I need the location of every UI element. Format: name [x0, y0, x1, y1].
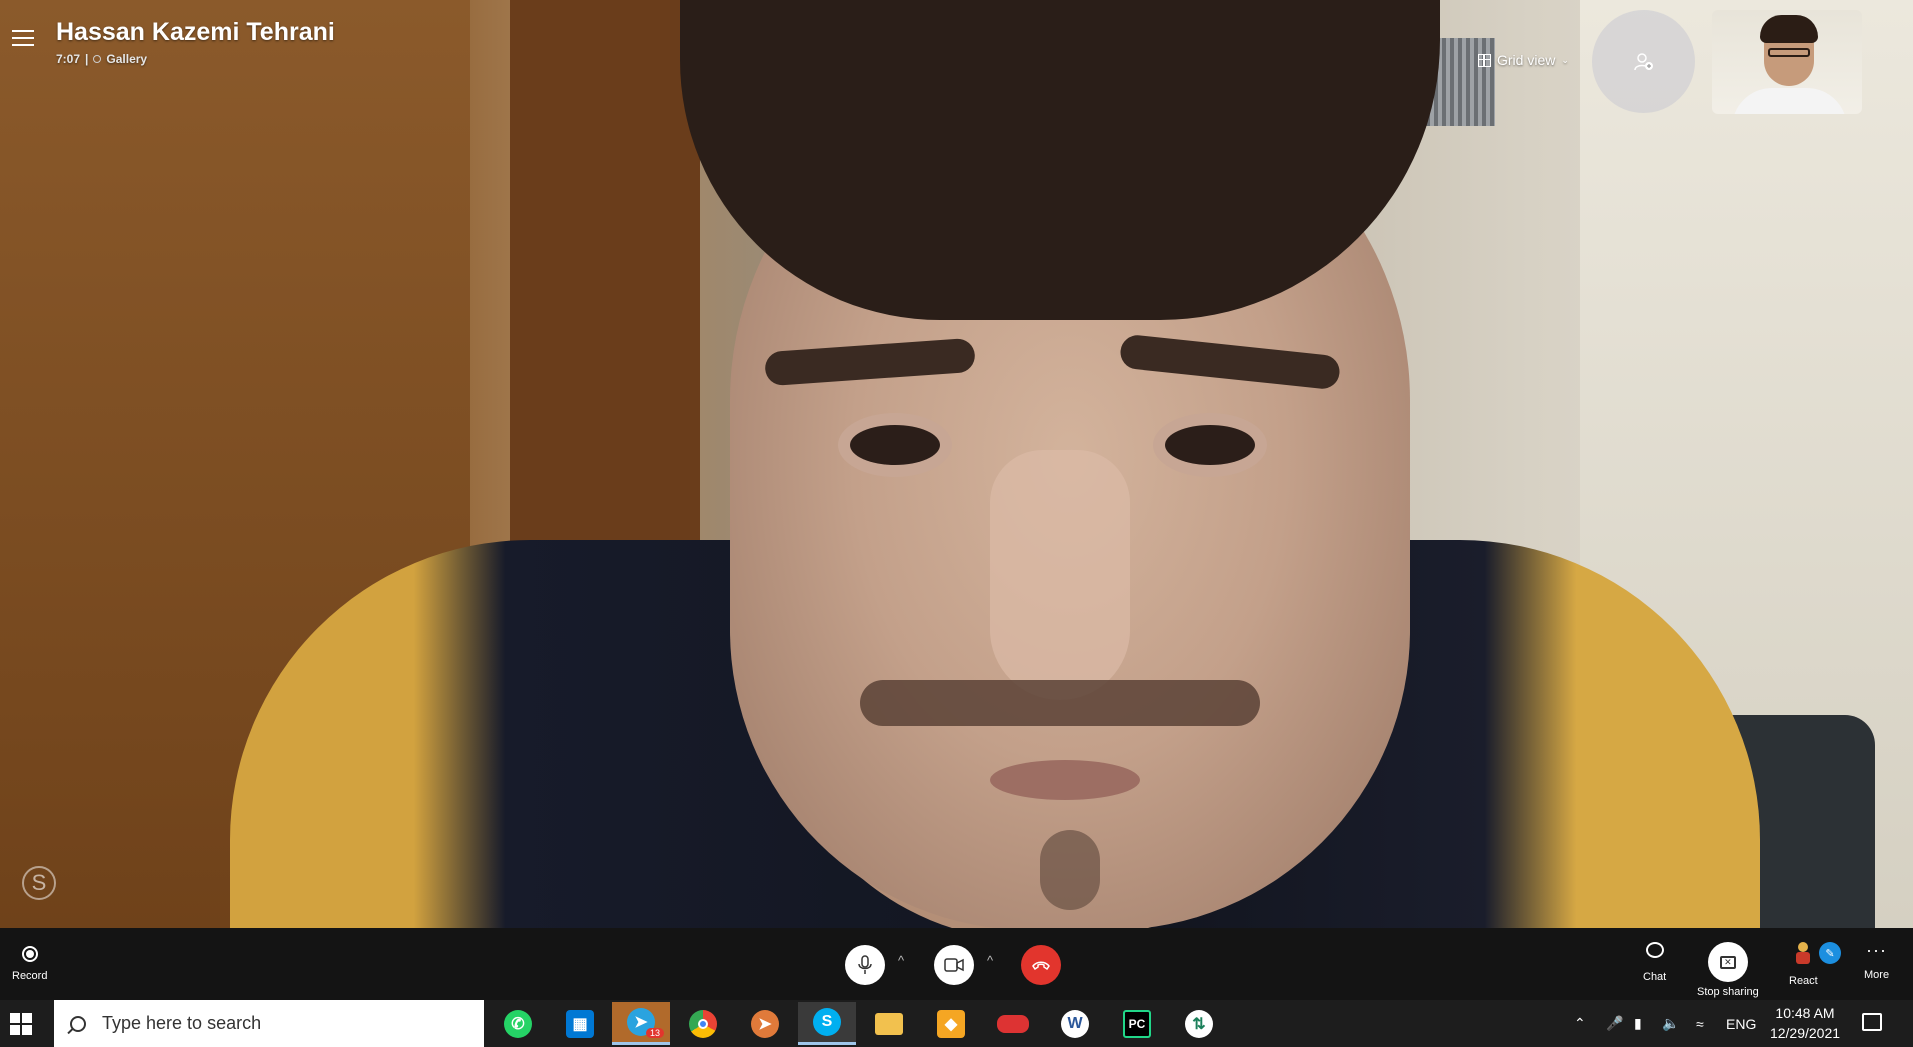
- more-label: More: [1864, 969, 1890, 981]
- chat-button[interactable]: Chat: [1643, 942, 1666, 983]
- mic-options-caret[interactable]: ^: [898, 953, 904, 968]
- chrome-icon[interactable]: [674, 1002, 732, 1045]
- hang-up-icon: [1032, 961, 1050, 971]
- chat-icon: [1645, 942, 1664, 958]
- skype-watermark-icon: S: [22, 866, 56, 900]
- background-door-frame: [510, 0, 700, 560]
- grid-view-button[interactable]: Grid view ⌄: [1478, 52, 1569, 68]
- call-control-bar: Record ^ ^ Chat ✕ Stop sharing React ✎ ·…: [0, 928, 1913, 1000]
- self-view-body: [1732, 88, 1847, 114]
- react-label: React: [1789, 975, 1818, 987]
- video-camera-icon: [944, 958, 964, 972]
- self-view-glasses: [1768, 48, 1810, 57]
- react-button[interactable]: React: [1789, 942, 1818, 987]
- react-emoji-icon: [1793, 942, 1813, 966]
- language-indicator[interactable]: ENG: [1726, 1000, 1756, 1047]
- record-icon: [21, 946, 38, 962]
- more-button[interactable]: ··· More: [1864, 940, 1890, 981]
- chevron-down-icon: ⌄: [1561, 54, 1569, 65]
- add-person-icon: [1633, 52, 1653, 70]
- microphone-button[interactable]: [845, 945, 885, 985]
- end-call-button[interactable]: [1021, 945, 1061, 985]
- microphone-icon: [858, 955, 872, 974]
- taskbar-search-box[interactable]: Type here to search: [54, 1000, 484, 1047]
- telegram-icon[interactable]: ➤ 13: [612, 1002, 670, 1045]
- telegram-x-icon[interactable]: ➤: [736, 1002, 794, 1045]
- telegram-unread-badge: 13: [646, 1028, 665, 1038]
- stop-sharing-button[interactable]: ✕ Stop sharing: [1697, 942, 1759, 998]
- file-explorer-icon[interactable]: [860, 1002, 918, 1045]
- search-icon: [70, 1015, 86, 1032]
- wifi-icon[interactable]: ≈: [1696, 1000, 1704, 1047]
- search-placeholder: Type here to search: [102, 1013, 262, 1033]
- more-dots-icon: ···: [1866, 940, 1888, 960]
- windows-start-icon[interactable]: [10, 1013, 32, 1035]
- stop-sharing-label: Stop sharing: [1697, 986, 1759, 998]
- grid-view-label: Grid view: [1497, 52, 1556, 68]
- call-title: Hassan Kazemi Tehrani: [56, 18, 335, 46]
- car-app-icon[interactable]: [984, 1002, 1042, 1045]
- windows-taskbar: Type here to search ✆ ▦ ➤ 13 ➤ S ◆ W PC …: [0, 1000, 1913, 1047]
- sync-app-icon[interactable]: ⇅: [1170, 1002, 1228, 1045]
- whatsapp-icon[interactable]: ✆: [489, 1002, 547, 1045]
- show-hidden-icons-icon[interactable]: ⌃: [1574, 1000, 1586, 1047]
- participant-nose: [990, 450, 1130, 700]
- pycharm-icon[interactable]: PC: [1108, 1002, 1166, 1045]
- participant-mouth: [990, 760, 1140, 800]
- chat-label: Chat: [1643, 971, 1667, 983]
- stop-sharing-circle: ✕: [1707, 942, 1748, 982]
- add-participant-button[interactable]: [1592, 10, 1695, 113]
- grid-icon: [1478, 53, 1491, 67]
- microsoft-store-icon[interactable]: ▦: [551, 1002, 609, 1045]
- participant-beard: [1040, 830, 1100, 910]
- participant-mustache: [860, 680, 1260, 726]
- call-status: 7:07 | Gallery: [56, 52, 147, 66]
- remote-video: [0, 0, 1913, 928]
- clock-date: 12/29/2021: [1769, 1025, 1841, 1041]
- self-view-hair: [1760, 15, 1818, 43]
- stop-sharing-icon: ✕: [1719, 955, 1736, 969]
- skype-icon[interactable]: S: [798, 1002, 856, 1045]
- view-mode-label[interactable]: Gallery: [106, 52, 147, 66]
- video-options-caret[interactable]: ^: [987, 953, 993, 968]
- volume-icon[interactable]: 🔈: [1662, 1000, 1679, 1047]
- pencil-icon[interactable]: ✎: [1819, 942, 1841, 964]
- call-duration: 7:07: [56, 52, 81, 66]
- status-separator: |: [85, 52, 89, 66]
- participant-right-eye: [1165, 425, 1255, 465]
- battery-icon[interactable]: ▮: [1634, 1000, 1642, 1047]
- record-button[interactable]: Record: [12, 946, 47, 982]
- skype-call-window: Hassan Kazemi Tehrani 7:07 | Gallery Gri…: [0, 0, 1913, 1047]
- record-label: Record: [12, 970, 48, 982]
- taskbar-clock[interactable]: 10:48 AM 12/29/2021: [1760, 1003, 1850, 1043]
- hamburger-menu-icon[interactable]: [12, 30, 34, 48]
- participant-left-eye: [850, 425, 940, 465]
- anydesk-icon[interactable]: ◆: [922, 1002, 980, 1045]
- notification-center-icon[interactable]: [1862, 1013, 1882, 1031]
- clock-time: 10:48 AM: [1775, 1005, 1835, 1021]
- video-button[interactable]: [934, 945, 974, 985]
- gallery-icon: [93, 55, 102, 63]
- self-view-thumbnail[interactable]: [1712, 10, 1862, 114]
- word-icon[interactable]: W: [1046, 1002, 1104, 1045]
- microphone-tray-icon[interactable]: 🎤: [1606, 1000, 1623, 1047]
